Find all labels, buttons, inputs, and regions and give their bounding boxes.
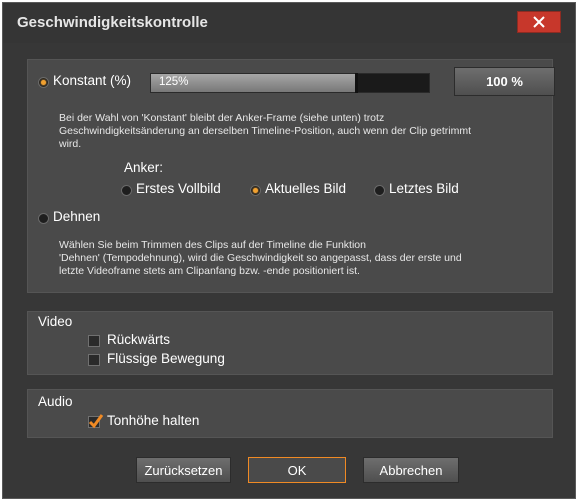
anchor-first-label: Erstes Vollbild bbox=[136, 181, 221, 196]
dialog-window: Geschwindigkeitskontrolle Konstant (%) 1… bbox=[2, 2, 576, 499]
video-panel bbox=[27, 311, 553, 375]
constant-label: Konstant (%) bbox=[53, 73, 132, 88]
anchor-current-radio[interactable] bbox=[250, 185, 261, 196]
constant-description-line2: Geschwindigkeitsänderung an derselben Ti… bbox=[59, 125, 472, 137]
keep-pitch-label: Tonhöhe halten bbox=[107, 413, 200, 428]
window-title: Geschwindigkeitskontrolle bbox=[17, 14, 208, 31]
cancel-button[interactable]: Abbrechen bbox=[363, 457, 459, 483]
anchor-current-label: Aktuelles Bild bbox=[265, 181, 347, 196]
anchor-last-radio[interactable] bbox=[374, 185, 385, 196]
close-icon bbox=[533, 16, 545, 28]
reverse-checkbox[interactable] bbox=[88, 335, 100, 347]
close-button[interactable] bbox=[517, 11, 561, 33]
speed-slider-handle[interactable] bbox=[355, 73, 359, 93]
audio-panel bbox=[27, 389, 553, 438]
anchor-last-label: Letztes Bild bbox=[389, 181, 459, 196]
constant-description-line1: Bei der Wahl von 'Konstant' bleibt der A… bbox=[59, 112, 385, 124]
smooth-motion-label: Flüssige Bewegung bbox=[107, 351, 225, 366]
video-heading: Video bbox=[38, 314, 73, 329]
speed-slider-value: 125% bbox=[159, 76, 189, 88]
audio-heading: Audio bbox=[38, 394, 73, 409]
stretch-description-line1: Wählen Sie beim Trimmen des Clips auf de… bbox=[59, 239, 366, 251]
anchor-first-radio[interactable] bbox=[121, 185, 132, 196]
ok-button[interactable]: OK bbox=[248, 457, 346, 483]
stretch-radio[interactable] bbox=[38, 213, 49, 224]
speed-slider[interactable]: 125% bbox=[150, 73, 430, 93]
title-bar: Geschwindigkeitskontrolle bbox=[3, 3, 575, 43]
constant-description-line3: wird. bbox=[59, 138, 82, 150]
checkmark-icon bbox=[88, 414, 104, 429]
reverse-label: Rückwärts bbox=[107, 332, 171, 347]
stretch-label: Dehnen bbox=[53, 209, 101, 224]
stretch-description-line2: 'Dehnen' (Tempodehnung), wird die Geschw… bbox=[59, 252, 462, 264]
reset-100-button[interactable]: 100 % bbox=[454, 67, 555, 96]
constant-radio[interactable] bbox=[38, 77, 49, 88]
reset-button[interactable]: Zurücksetzen bbox=[136, 457, 231, 483]
anchor-label: Anker: bbox=[124, 160, 164, 175]
smooth-motion-checkbox[interactable] bbox=[88, 354, 100, 366]
stretch-description-line3: letzte Videoframe stets am Clipanfang bz… bbox=[59, 265, 360, 277]
keep-pitch-checkbox[interactable] bbox=[88, 414, 104, 429]
